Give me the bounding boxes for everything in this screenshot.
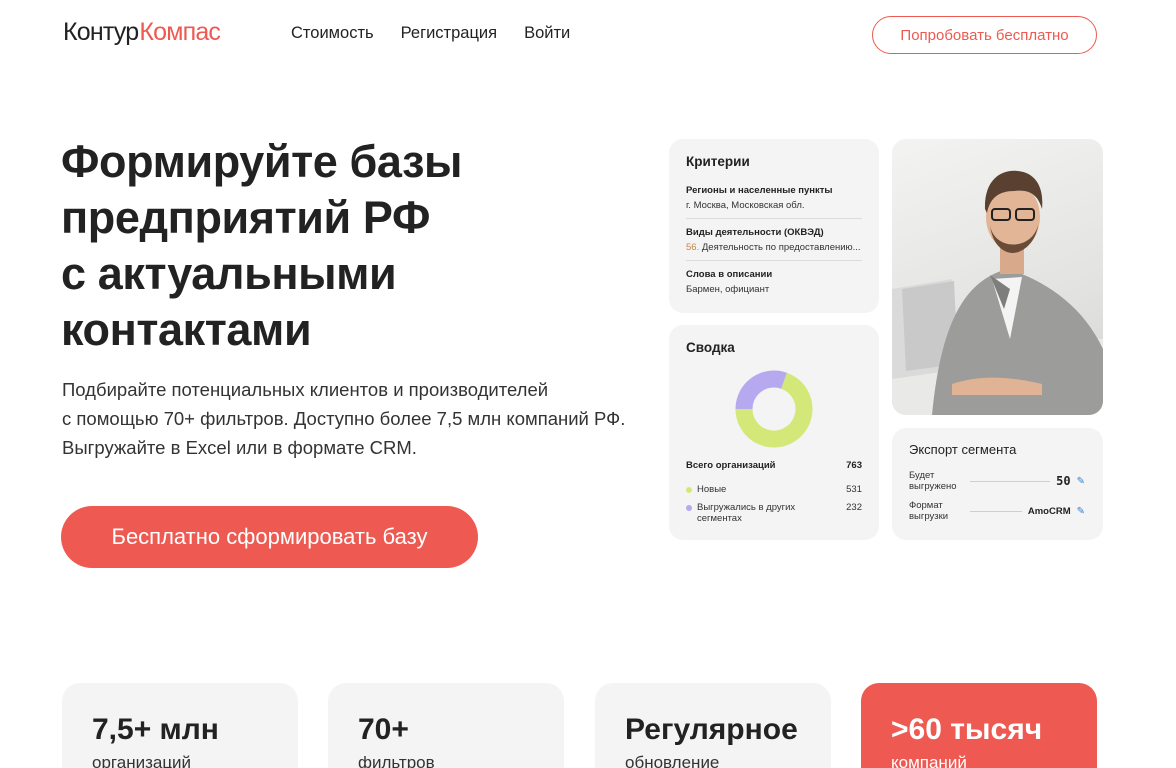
stat-caption: компаний (891, 753, 967, 768)
stat-number: >60 тысяч (891, 713, 1043, 746)
stat-card: 7,5+ млн организаций (62, 683, 298, 768)
export-title: Экспорт сегмента (909, 442, 1017, 457)
criteria-value: 56. Деятельность по предоставлению... (686, 242, 862, 253)
nav-registration[interactable]: Регистрация (401, 24, 497, 43)
nav-login[interactable]: Войти (524, 24, 570, 43)
summary-row-value: 531 (846, 484, 862, 495)
stat-caption: обновление (625, 753, 720, 768)
divider (970, 510, 1022, 512)
hero-text-line: Подбирайте потенциальных клиентов и прои… (62, 379, 549, 400)
criteria-item: Виды деятельности (ОКВЭД) 56. Деятельнос… (686, 219, 862, 261)
summary-title: Сводка (686, 340, 735, 355)
criteria-card: Критерии Регионы и населенные пункты г. … (669, 139, 879, 313)
logo-part-kontur: Контур (63, 18, 139, 46)
summary-total-value: 763 (846, 460, 862, 471)
export-card: Экспорт сегмента Будет выгружено 50 ✎ Фо… (892, 428, 1103, 540)
businessman-photo (892, 139, 1103, 415)
criteria-label: Регионы и населенные пункты (686, 185, 833, 196)
export-format-value[interactable]: AmoCRM (1028, 506, 1071, 517)
summary-total: Всего организаций 763 (686, 460, 862, 471)
person-illustration (892, 170, 1103, 415)
stat-card-highlight: >60 тысяч компаний (861, 683, 1097, 768)
criteria-label: Слова в описании (686, 269, 773, 280)
hero-title-line: с актуальными (61, 248, 397, 299)
hero-title-line: предприятий РФ (61, 192, 430, 243)
okved-code: 56. (686, 242, 700, 253)
stat-number: 70+ (358, 713, 409, 746)
main-nav: Стоимость Регистрация Войти (291, 24, 570, 43)
export-row-label: Формат выгрузки (909, 500, 949, 522)
summary-row-label: Выгружались в других сегментах (697, 502, 796, 524)
summary-donut-chart (735, 370, 813, 448)
export-row-format: Формат выгрузки AmoCRM ✎ (909, 500, 1085, 522)
criteria-title: Критерии (686, 154, 750, 169)
summary-row-value: 232 (846, 502, 862, 513)
edit-pencil-icon[interactable]: ✎ (1077, 476, 1085, 487)
logo-part-kompas: Компас (139, 18, 221, 46)
hero-text-line: Выгружайте в Excel или в формате CRM. (62, 437, 417, 458)
summary-row-other: Выгружались в других сегментах 232 (686, 502, 862, 524)
hero-title-line: контактами (61, 304, 312, 355)
summary-row-new: Новые 531 (686, 484, 862, 495)
nav-pricing[interactable]: Стоимость (291, 24, 374, 43)
okved-description: Деятельность по предоставлению... (701, 242, 861, 253)
summary-total-label: Всего организаций (686, 460, 776, 471)
divider (970, 480, 1051, 482)
stat-card: 70+ фильтров (328, 683, 564, 768)
export-count-value[interactable]: 50 (1056, 474, 1070, 488)
criteria-value: Бармен, официант (686, 284, 770, 295)
edit-pencil-icon[interactable]: ✎ (1077, 506, 1085, 517)
criteria-label: Виды деятельности (ОКВЭД) (686, 227, 824, 238)
create-database-button[interactable]: Бесплатно сформировать базу (61, 506, 478, 568)
stat-number: 7,5+ млн (92, 713, 219, 746)
summary-row-label: Новые (697, 484, 727, 495)
try-free-button[interactable]: Попробовать бесплатно (872, 16, 1097, 54)
legend-dot-new (686, 487, 692, 493)
legend-dot-other (686, 505, 692, 511)
criteria-item: Регионы и населенные пункты г. Москва, М… (686, 177, 862, 219)
logo[interactable]: КонтурКомпас (63, 18, 221, 47)
export-row-label: Будет выгружено (909, 470, 957, 492)
summary-card: Сводка Всего организаций 763 Новые 531 В… (669, 325, 879, 540)
stat-card: Регулярное обновление (595, 683, 831, 768)
hero-title-line: Формируйте базы (61, 136, 463, 187)
stat-caption: фильтров (358, 753, 435, 768)
criteria-item: Слова в описании Бармен, официант (686, 261, 862, 302)
hero-title: Формируйте базы предприятий РФ с актуаль… (61, 134, 462, 358)
export-row-count: Будет выгружено 50 ✎ (909, 470, 1085, 492)
stat-caption: организаций (92, 753, 192, 768)
criteria-value: г. Москва, Московская обл. (686, 200, 805, 211)
hero-text-line: с помощью 70+ фильтров. Доступно более 7… (62, 408, 626, 429)
stat-number: Регулярное (625, 713, 798, 746)
hero-description: Подбирайте потенциальных клиентов и прои… (62, 375, 625, 462)
